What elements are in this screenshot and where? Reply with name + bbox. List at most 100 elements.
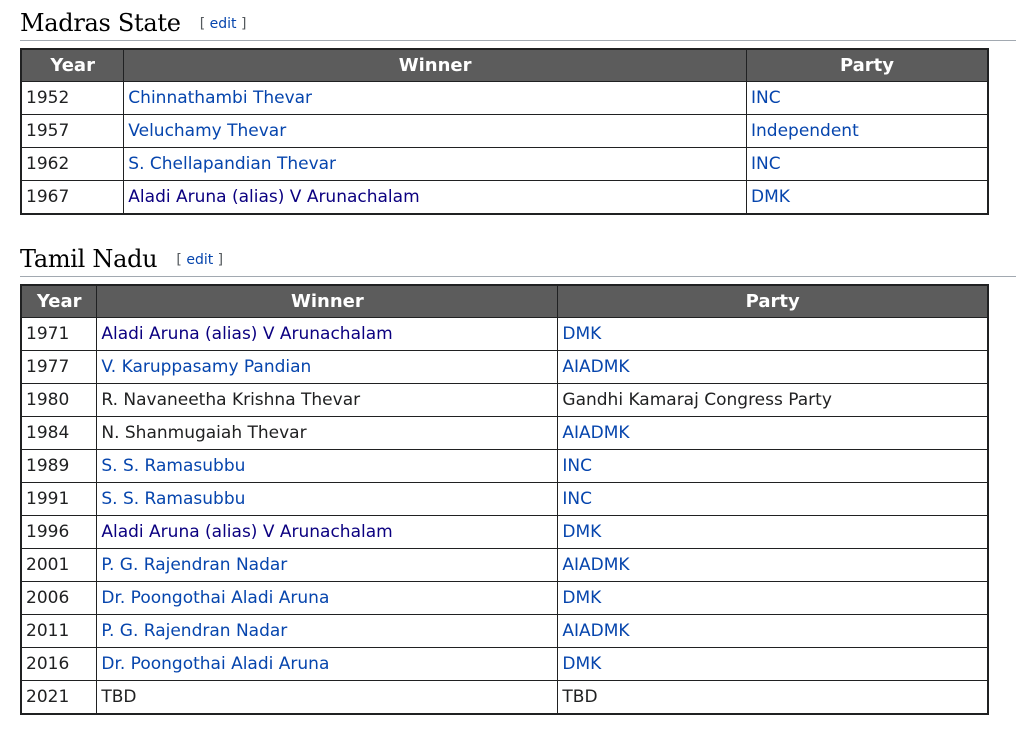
year-cell: 1977: [20, 350, 98, 384]
table-row: 1952 Chinnathambi Thevar INC: [20, 81, 989, 115]
table-row: 1989 S. S. Ramasubbu INC: [20, 449, 989, 483]
year-cell: 1957: [20, 114, 125, 148]
party-link[interactable]: DMK: [562, 522, 601, 542]
table-row: 1991 S. S. Ramasubbu INC: [20, 482, 989, 516]
edit-section: [ edit ]: [199, 16, 247, 32]
winner-cell: TBD: [96, 680, 559, 715]
party-cell: DMK: [745, 180, 989, 215]
edit-link[interactable]: edit: [186, 252, 213, 268]
table-header-row: Year Winner Party: [20, 284, 989, 318]
year-cell: 2011: [20, 614, 98, 648]
winner-cell: R. Navaneetha Krishna Thevar: [96, 383, 559, 417]
year-cell: 2016: [20, 647, 98, 681]
winner-cell: V. Karuppasamy Pandian: [96, 350, 559, 384]
party-link[interactable]: DMK: [751, 187, 790, 207]
section-heading-tamil-nadu: Tamil Nadu [ edit ]: [20, 244, 1016, 277]
table-row: 1957 Veluchamy Thevar Independent: [20, 114, 989, 148]
year-cell: 1991: [20, 482, 98, 516]
table-row: 1984 N. Shanmugaiah Thevar AIADMK: [20, 416, 989, 450]
party-cell: Gandhi Kamaraj Congress Party: [557, 383, 989, 417]
party-link[interactable]: DMK: [562, 324, 601, 344]
party-cell: DMK: [557, 647, 989, 681]
winner-cell: Aladi Aruna (alias) V Arunachalam: [96, 317, 559, 351]
year-cell: 1984: [20, 416, 98, 450]
party-cell: AIADMK: [557, 614, 989, 648]
table-row: 2011 P. G. Rajendran Nadar AIADMK: [20, 614, 989, 648]
tamil-nadu-table: Year Winner Party 1971 Aladi Aruna (alias…: [20, 284, 989, 715]
table-row: 1996 Aladi Aruna (alias) V Arunachalam DMK: [20, 515, 989, 549]
madras-state-table: Year Winner Party 1952 Chinnathambi Theva…: [20, 48, 989, 215]
table-row: 1971 Aladi Aruna (alias) V Arunachalam DMK: [20, 317, 989, 351]
winner-cell: S. Chellapandian Thevar: [123, 147, 747, 181]
winner-cell: Aladi Aruna (alias) V Arunachalam: [96, 515, 559, 549]
winner-cell: Dr. Poongothai Aladi Aruna: [96, 647, 559, 681]
winner-link[interactable]: S. S. Ramasubbu: [101, 456, 245, 476]
party-link[interactable]: AIADMK: [562, 357, 629, 377]
winner-cell: Veluchamy Thevar: [123, 114, 747, 148]
column-header-party: Party: [745, 48, 989, 82]
party-cell: AIADMK: [557, 350, 989, 384]
winner-link[interactable]: S. Chellapandian Thevar: [128, 154, 336, 174]
party-link[interactable]: DMK: [562, 588, 601, 608]
winner-link[interactable]: Dr. Poongothai Aladi Aruna: [101, 654, 329, 674]
winner-link[interactable]: Dr. Poongothai Aladi Aruna: [101, 588, 329, 608]
party-link[interactable]: DMK: [562, 654, 601, 674]
party-cell: INC: [745, 147, 989, 181]
winner-link[interactable]: Chinnathambi Thevar: [128, 88, 312, 108]
year-cell: 1967: [20, 180, 125, 215]
table-row: 2021 TBD TBD: [20, 680, 989, 715]
winner-link[interactable]: P. G. Rajendran Nadar: [101, 621, 287, 641]
party-cell: DMK: [557, 581, 989, 615]
section-title: Madras State: [20, 9, 181, 37]
table-row: 1967 Aladi Aruna (alias) V Arunachalam DMK: [20, 180, 989, 215]
party-cell: TBD: [557, 680, 989, 715]
winner-cell: P. G. Rajendran Nadar: [96, 614, 559, 648]
party-cell: DMK: [557, 317, 989, 351]
table-row: 1977 V. Karuppasamy Pandian AIADMK: [20, 350, 989, 384]
table-row: 2016 Dr. Poongothai Aladi Aruna DMK: [20, 647, 989, 681]
table-header-row: Year Winner Party: [20, 48, 989, 82]
party-cell: DMK: [557, 515, 989, 549]
year-cell: 1996: [20, 515, 98, 549]
table-row: 2006 Dr. Poongothai Aladi Aruna DMK: [20, 581, 989, 615]
party-cell: Independent: [745, 114, 989, 148]
winner-cell: S. S. Ramasubbu: [96, 449, 559, 483]
winner-link[interactable]: Aladi Aruna (alias) V Arunachalam: [101, 324, 392, 344]
party-link[interactable]: INC: [751, 154, 781, 174]
winner-cell: Aladi Aruna (alias) V Arunachalam: [123, 180, 747, 215]
winner-link[interactable]: Aladi Aruna (alias) V Arunachalam: [101, 522, 392, 542]
winner-cell: Dr. Poongothai Aladi Aruna: [96, 581, 559, 615]
party-link[interactable]: INC: [562, 489, 592, 509]
table-row: 2001 P. G. Rajendran Nadar AIADMK: [20, 548, 989, 582]
winner-cell: S. S. Ramasubbu: [96, 482, 559, 516]
party-link[interactable]: Independent: [751, 121, 859, 141]
party-cell: INC: [557, 482, 989, 516]
party-link[interactable]: AIADMK: [562, 555, 629, 575]
winner-cell: Chinnathambi Thevar: [123, 81, 747, 115]
year-cell: 2021: [20, 680, 98, 715]
column-header-year: Year: [20, 284, 98, 318]
winner-cell: P. G. Rajendran Nadar: [96, 548, 559, 582]
party-cell: INC: [557, 449, 989, 483]
year-cell: 1989: [20, 449, 98, 483]
party-link[interactable]: AIADMK: [562, 423, 629, 443]
table-row: 1962 S. Chellapandian Thevar INC: [20, 147, 989, 181]
winner-cell: N. Shanmugaiah Thevar: [96, 416, 559, 450]
section-heading-madras-state: Madras State [ edit ]: [20, 8, 1016, 41]
winner-link[interactable]: V. Karuppasamy Pandian: [101, 357, 311, 377]
party-link[interactable]: INC: [562, 456, 592, 476]
winner-link[interactable]: Aladi Aruna (alias) V Arunachalam: [128, 187, 419, 207]
table-row: 1980 R. Navaneetha Krishna Thevar Gandhi K…: [20, 383, 989, 417]
party-cell: AIADMK: [557, 548, 989, 582]
year-cell: 1952: [20, 81, 125, 115]
year-cell: 1980: [20, 383, 98, 417]
party-link[interactable]: INC: [751, 88, 781, 108]
edit-link[interactable]: edit: [210, 16, 237, 32]
winner-link[interactable]: S. S. Ramasubbu: [101, 489, 245, 509]
year-cell: 2006: [20, 581, 98, 615]
winner-link[interactable]: Veluchamy Thevar: [128, 121, 286, 141]
party-link[interactable]: AIADMK: [562, 621, 629, 641]
winner-link[interactable]: P. G. Rajendran Nadar: [101, 555, 287, 575]
party-cell: INC: [745, 81, 989, 115]
column-header-year: Year: [20, 48, 125, 82]
